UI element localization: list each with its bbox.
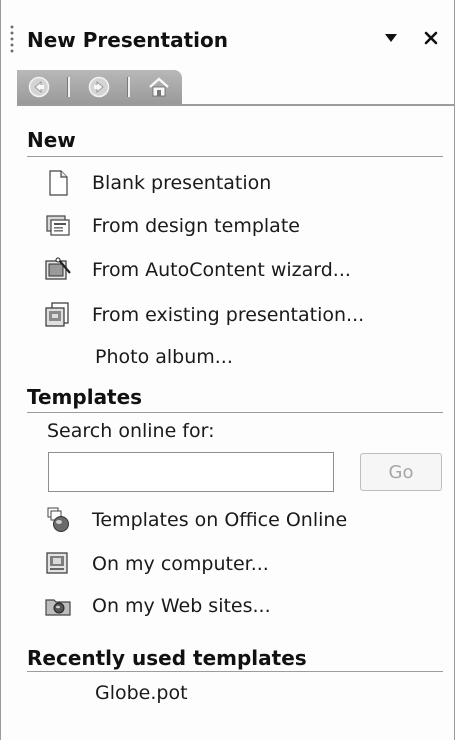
existing-presentation-link[interactable]: From existing presentation... (41, 300, 364, 330)
task-pane-titlebar: New Presentation (1, 18, 455, 66)
go-button[interactable]: Go (360, 453, 442, 491)
templates-on-web-sites-link[interactable]: On my Web sites... (41, 591, 271, 621)
drag-grip-icon[interactable] (10, 24, 14, 54)
item-label: From AutoContent wizard... (92, 259, 351, 281)
back-arrow-icon[interactable] (27, 75, 51, 99)
section-title-templates: Templates (27, 385, 143, 409)
autocontent-wizard-icon (41, 256, 75, 284)
section-title-new: New (27, 128, 76, 152)
section-divider (27, 671, 443, 672)
section-title-recent: Recently used templates (27, 646, 307, 670)
item-label: Templates on Office Online (92, 509, 348, 531)
item-label: Blank presentation (92, 172, 272, 194)
close-icon[interactable] (419, 26, 443, 50)
item-label: On my Web sites... (92, 595, 271, 617)
nav-separator (127, 77, 130, 97)
blank-presentation-link[interactable]: Blank presentation (41, 168, 271, 198)
dropdown-arrow-icon[interactable] (379, 26, 403, 50)
search-label: Search online for: (47, 420, 215, 442)
nav-underline (17, 104, 455, 106)
existing-presentation-icon (41, 301, 75, 329)
autocontent-wizard-link[interactable]: From AutoContent wizard... (41, 255, 351, 285)
navigation-bar (17, 70, 182, 104)
recent-template-globe[interactable]: Globe.pot (95, 678, 188, 708)
item-label: Photo album... (95, 346, 233, 368)
section-divider (27, 412, 443, 413)
templates-office-online-link[interactable]: Templates on Office Online (41, 505, 347, 535)
design-template-icon (41, 212, 75, 240)
task-pane: New Presentation New Blank presentation … (0, 0, 455, 740)
item-label: From existing presentation... (92, 304, 365, 326)
office-online-icon (41, 506, 75, 534)
search-input[interactable] (48, 452, 334, 492)
home-icon[interactable] (147, 75, 171, 99)
item-label: From design template (92, 215, 300, 237)
photo-album-link[interactable]: Photo album... (95, 342, 233, 372)
from-design-template-link[interactable]: From design template (41, 211, 300, 241)
nav-separator (67, 77, 70, 97)
blank-document-icon (41, 169, 75, 197)
item-label: Globe.pot (95, 682, 188, 704)
templates-on-my-computer-link[interactable]: On my computer... (41, 549, 269, 579)
my-computer-template-icon (41, 550, 75, 578)
task-pane-title: New Presentation (27, 28, 228, 52)
item-label: On my computer... (92, 553, 269, 575)
section-divider (27, 156, 443, 157)
web-sites-icon (41, 592, 75, 620)
forward-arrow-icon[interactable] (87, 75, 111, 99)
